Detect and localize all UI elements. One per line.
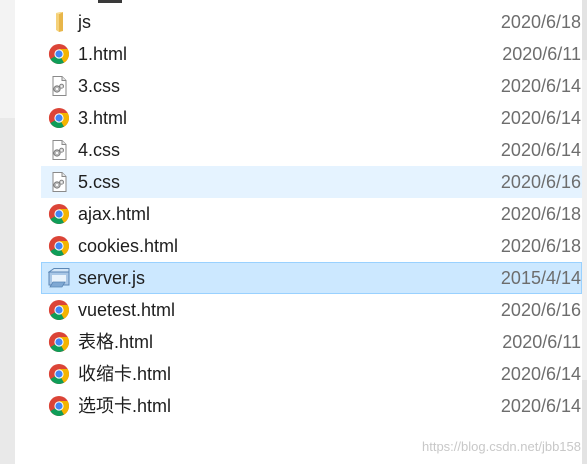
file-row-vuetest-html[interactable]: vuetest.html 2020/6/16 xyxy=(41,294,582,326)
file-row-3-html[interactable]: 3.html 2020/6/14 xyxy=(41,102,582,134)
file-row-ajax-html[interactable]: ajax.html 2020/6/18 xyxy=(41,198,582,230)
file-date-modified: 2020/6/14 xyxy=(500,396,581,416)
file-row-4-css[interactable]: 4.css 2020/6/14 xyxy=(41,134,582,166)
css-file-icon xyxy=(48,75,70,97)
scrollbar-track-upper xyxy=(582,0,587,60)
file-date-modified: 2020/6/18 xyxy=(500,204,581,224)
file-name: 3.css xyxy=(78,76,121,96)
file-row-1-html[interactable]: 1.html 2020/6/11 xyxy=(41,38,582,70)
file-date-modified: 2015/4/14 xyxy=(500,268,581,288)
chrome-icon xyxy=(48,331,70,353)
file-row-server-js[interactable]: server.js 2015/4/14 xyxy=(41,262,582,294)
scrollbar-track-lower xyxy=(582,380,587,464)
file-row-cookies-html[interactable]: cookies.html 2020/6/18 xyxy=(41,230,582,262)
file-date-modified: 2020/6/16 xyxy=(500,172,581,192)
navigation-pane-highlight xyxy=(0,0,15,118)
chrome-icon xyxy=(48,299,70,321)
file-date-modified: 2020/6/14 xyxy=(500,140,581,160)
cropped-row-fragment xyxy=(98,0,122,3)
file-date-modified: 2020/6/11 xyxy=(502,44,581,64)
file-name: 3.html xyxy=(78,108,128,128)
file-name: js xyxy=(78,12,91,32)
file-name: vuetest.html xyxy=(78,300,176,320)
file-row-js[interactable]: js 2020/6/18 xyxy=(41,6,582,38)
chrome-icon xyxy=(48,395,70,417)
file-date-modified: 2020/6/18 xyxy=(500,12,581,32)
file-row-html[interactable]: 收缩卡.html 2020/6/14 xyxy=(41,358,582,390)
file-name: server.js xyxy=(78,268,146,288)
chrome-icon xyxy=(48,203,70,225)
folder-icon xyxy=(48,11,70,33)
file-row-5-css[interactable]: 5.css 2020/6/16 xyxy=(41,166,582,198)
css-file-icon xyxy=(48,171,70,193)
chrome-icon xyxy=(48,107,70,129)
file-name: 4.css xyxy=(78,140,121,160)
file-row-html[interactable]: 选项卡.html 2020/6/14 xyxy=(41,390,582,422)
file-row-html[interactable]: 表格.html 2020/6/11 xyxy=(41,326,582,358)
file-name: ajax.html xyxy=(78,204,151,224)
file-date-modified: 2020/6/16 xyxy=(500,300,581,320)
file-list: js 2020/6/18 1.html 2020/6/11 3.css 2020/6/… xyxy=(41,6,582,422)
chrome-icon xyxy=(48,363,70,385)
file-name: 5.css xyxy=(78,172,121,192)
file-date-modified: 2020/6/11 xyxy=(502,332,581,352)
file-row-3-css[interactable]: 3.css 2020/6/14 xyxy=(41,70,582,102)
file-name: 选项卡.html xyxy=(78,396,172,416)
watermark: https://blog.csdn.net/jbb158 xyxy=(421,439,581,454)
file-name: 表格.html xyxy=(78,332,154,352)
js-script-icon xyxy=(48,267,70,289)
file-date-modified: 2020/6/14 xyxy=(500,364,581,384)
chrome-icon xyxy=(48,235,70,257)
css-file-icon xyxy=(48,139,70,161)
file-name: cookies.html xyxy=(78,236,179,256)
file-date-modified: 2020/6/14 xyxy=(500,76,581,96)
file-name: 收缩卡.html xyxy=(78,364,172,384)
chrome-icon xyxy=(48,43,70,65)
file-date-modified: 2020/6/18 xyxy=(500,236,581,256)
file-name: 1.html xyxy=(78,44,128,64)
file-date-modified: 2020/6/14 xyxy=(500,108,581,128)
